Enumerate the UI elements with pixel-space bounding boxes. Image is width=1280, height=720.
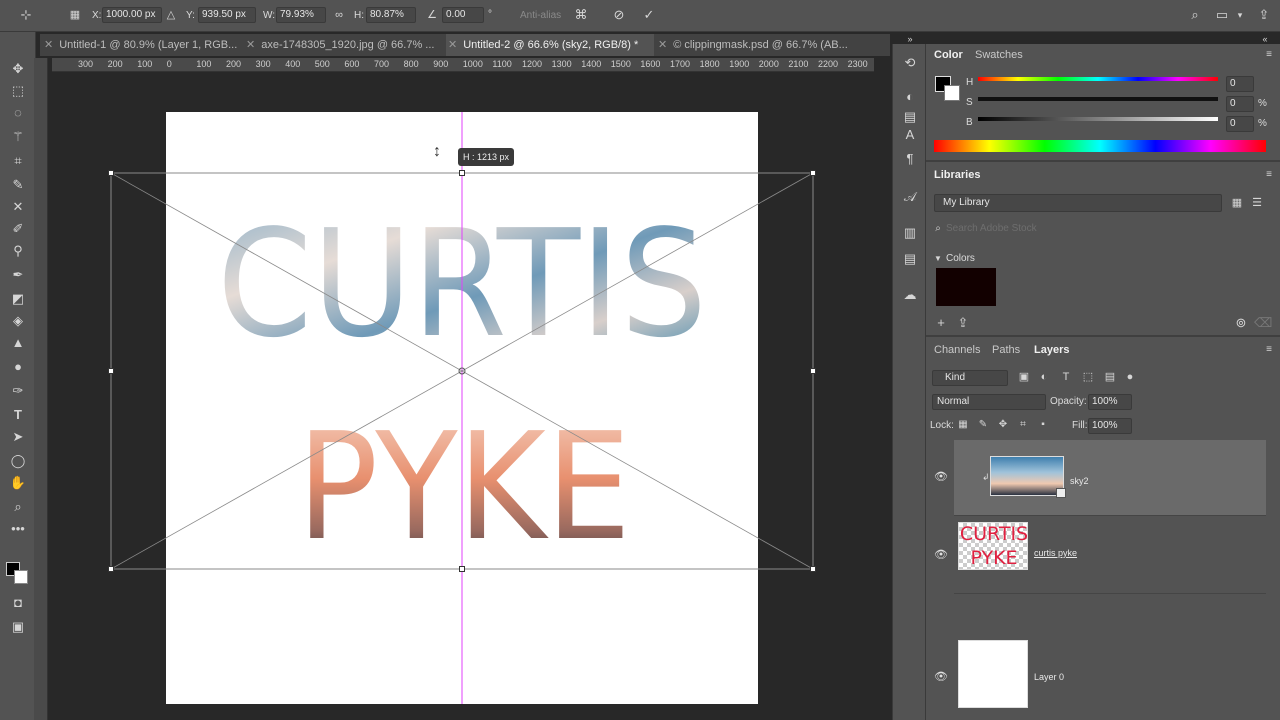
right-panels: « Color Swatches ≡ H 0 S 0 % B 0 % Libra… bbox=[926, 34, 1280, 720]
lock-pixels-icon[interactable]: ▦ bbox=[956, 416, 970, 434]
h-slider-label: H bbox=[966, 77, 974, 88]
transform-handle[interactable] bbox=[810, 566, 816, 572]
tab-swatches[interactable]: Swatches bbox=[975, 49, 1023, 61]
libraries-title[interactable]: Libraries bbox=[934, 169, 980, 181]
background-swatch[interactable] bbox=[944, 85, 960, 101]
history-icon[interactable]: ⟲ bbox=[901, 54, 919, 72]
color-spectrum[interactable] bbox=[934, 140, 1266, 152]
collapse-icon[interactable]: » bbox=[901, 30, 919, 48]
clip-arrow-icon: ↲ bbox=[982, 472, 990, 482]
transform-handle[interactable] bbox=[459, 170, 465, 176]
trash-icon[interactable]: ⌫ bbox=[1254, 314, 1272, 332]
layer-name[interactable]: curtis pyke bbox=[1034, 548, 1077, 558]
layer-row-curtis-pyke[interactable]: CURTIS PYKE curtis pyke bbox=[954, 518, 1266, 594]
transform-handle[interactable] bbox=[459, 566, 465, 572]
character-icon[interactable]: A bbox=[901, 126, 919, 144]
fill-field[interactable]: 100% bbox=[1088, 418, 1132, 434]
transform-handle[interactable] bbox=[108, 566, 114, 572]
s-unit: % bbox=[1258, 98, 1267, 109]
resize-cursor-icon: ↕ bbox=[433, 143, 441, 160]
smart-object-icon bbox=[1056, 488, 1066, 498]
panel-menu-icon[interactable]: ≡ bbox=[1262, 46, 1276, 64]
h-slider[interactable] bbox=[978, 77, 1218, 81]
blend-mode: Normal bbox=[937, 396, 970, 407]
kind-label: Kind bbox=[945, 372, 966, 383]
s-field[interactable]: 0 bbox=[1226, 96, 1254, 112]
cc-libraries-icon[interactable]: ☁ bbox=[901, 286, 919, 304]
opacity-label: Opacity: bbox=[1050, 396, 1087, 407]
panel-menu-icon[interactable]: ≡ bbox=[1262, 166, 1276, 184]
h-field[interactable]: 0 bbox=[1226, 76, 1254, 92]
layer-name[interactable]: sky2 bbox=[1070, 476, 1089, 486]
upload-icon[interactable]: ⇪ bbox=[954, 314, 972, 332]
filter-adjust-icon[interactable]: ◐ bbox=[1036, 368, 1052, 386]
list-view-icon[interactable]: ☰ bbox=[1248, 194, 1266, 212]
tab-layers[interactable]: Layers bbox=[1034, 344, 1069, 356]
search-icon: ⌕ bbox=[935, 223, 941, 234]
tooltip-text: H : 1213 px bbox=[462, 152, 510, 162]
s-slider[interactable] bbox=[978, 97, 1218, 101]
thumb-line1: CURTIS bbox=[959, 523, 1028, 545]
colors-group-label[interactable]: Colors bbox=[946, 253, 975, 264]
transform-handle[interactable] bbox=[810, 170, 816, 176]
fill-label: Fill: bbox=[1072, 420, 1088, 431]
thumb-line2: PYKE bbox=[970, 547, 1018, 569]
stock-search[interactable]: Search Adobe Stock bbox=[946, 223, 1037, 234]
library-select[interactable]: My Library bbox=[934, 194, 1222, 212]
filter-type-icon[interactable]: T bbox=[1058, 368, 1074, 386]
b-slider-label: B bbox=[966, 117, 973, 128]
visibility-eye-icon[interactable]: 👁 bbox=[934, 470, 948, 483]
s-slider-label: S bbox=[966, 97, 973, 108]
lock-position-icon[interactable]: ✥ bbox=[996, 416, 1010, 434]
transform-handle[interactable] bbox=[108, 368, 114, 374]
lock-all-icon[interactable]: ▪ bbox=[1036, 416, 1050, 434]
layer-thumbnail bbox=[958, 640, 1028, 708]
panel-menu-icon[interactable]: ≡ bbox=[1262, 341, 1276, 359]
layer-thumbnail bbox=[990, 456, 1064, 496]
b-field[interactable]: 0 bbox=[1226, 116, 1254, 132]
library-color-swatch[interactable] bbox=[936, 268, 996, 306]
lock-artboard-icon[interactable]: ⌗ bbox=[1016, 416, 1030, 434]
add-icon[interactable]: + bbox=[932, 314, 950, 332]
grid-view-icon[interactable]: ▦ bbox=[1228, 194, 1246, 212]
cc-icon[interactable]: ⊚ bbox=[1232, 314, 1250, 332]
tab-paths[interactable]: Paths bbox=[992, 344, 1020, 356]
filter-image-icon[interactable]: ▣ bbox=[1016, 368, 1032, 386]
dimension-tooltip: H : 1213 px bbox=[458, 148, 514, 166]
canvas-text-line2: PYKE bbox=[297, 401, 631, 573]
paragraph-icon[interactable]: ¶ bbox=[901, 150, 919, 168]
adjustments-icon[interactable]: ◐ bbox=[901, 88, 919, 106]
filter-toggle-icon[interactable]: ● bbox=[1122, 368, 1138, 386]
lock-label: Lock: bbox=[930, 420, 954, 431]
tab-channels[interactable]: Channels bbox=[934, 344, 980, 356]
b-slider[interactable] bbox=[978, 117, 1218, 121]
layer-thumbnail: CURTIS PYKE bbox=[958, 522, 1028, 570]
chevron-down-icon[interactable]: ▼ bbox=[932, 250, 944, 268]
transform-handle[interactable] bbox=[810, 368, 816, 374]
blend-mode-select[interactable]: Normal bbox=[932, 394, 1046, 410]
visibility-eye-icon[interactable]: 👁 bbox=[934, 548, 948, 561]
visibility-eye-icon[interactable]: 👁 bbox=[934, 670, 948, 683]
filter-smart-icon[interactable]: ▤ bbox=[1102, 368, 1118, 386]
library-name: My Library bbox=[943, 197, 990, 208]
opacity-field[interactable]: 100% bbox=[1088, 394, 1132, 410]
b-unit: % bbox=[1258, 118, 1267, 129]
info-icon[interactable]: ▥ bbox=[901, 224, 919, 242]
kind-filter[interactable]: Kind bbox=[932, 370, 1008, 386]
glyphs-icon[interactable]: 𝒜 bbox=[901, 188, 919, 206]
notes-icon[interactable]: ▤ bbox=[901, 250, 919, 268]
layer-row-sky2[interactable]: ↲ sky2 bbox=[954, 440, 1266, 516]
transform-handle[interactable] bbox=[108, 170, 114, 176]
panel-icon-strip: » ⟲ ◐ ▤ A ¶ 𝒜 ▥ ▤ ☁ bbox=[892, 34, 926, 720]
properties-icon[interactable]: ▤ bbox=[901, 108, 919, 126]
layer-row-layer-0[interactable]: Layer 0 bbox=[954, 596, 1266, 708]
lock-paint-icon[interactable]: ✎ bbox=[976, 416, 990, 434]
layer-name[interactable]: Layer 0 bbox=[1034, 672, 1064, 682]
filter-shape-icon[interactable]: ⬚ bbox=[1080, 368, 1096, 386]
layers-list: ↲ sky2 👁 CURTIS PYKE curtis pyke 👁 Layer… bbox=[926, 438, 1266, 720]
tab-color[interactable]: Color bbox=[934, 49, 963, 61]
